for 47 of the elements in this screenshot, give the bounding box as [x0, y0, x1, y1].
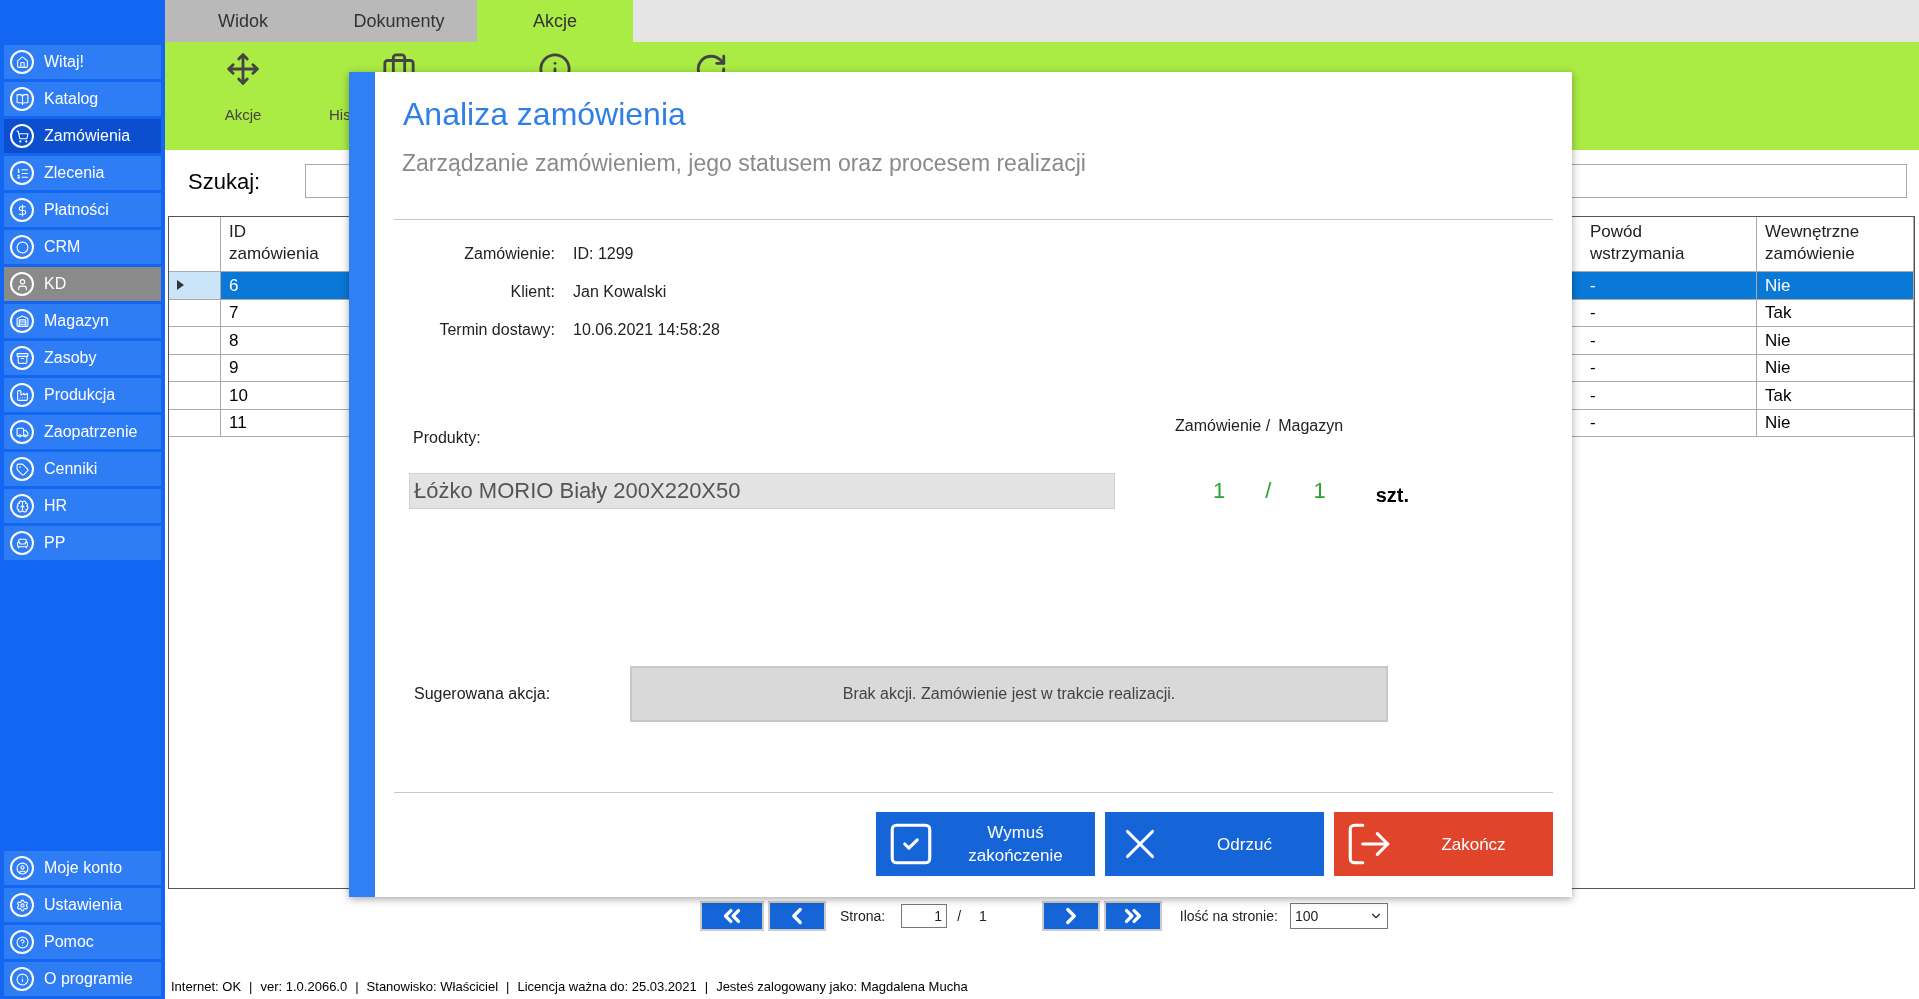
- status-separator: |: [355, 978, 359, 997]
- status-separator: |: [704, 978, 709, 997]
- table-cell: Tak: [1757, 299, 1914, 327]
- table-cell: -: [1582, 272, 1757, 300]
- status-text: Internet: OK: [171, 978, 242, 997]
- table-cell: Nie: [1757, 327, 1914, 355]
- page-label: Strona:: [840, 906, 886, 926]
- product-field: Łóżko MORIO Biały 200X220X50: [409, 472, 1115, 509]
- field-value: 10.06.2021 14:58:28: [573, 319, 720, 340]
- status-text: Jesteś zalogowany jako: Magdalena Mucha: [716, 978, 968, 997]
- ordered-header: Zamówienie /: [1175, 415, 1271, 436]
- products-label: Produkty:: [413, 427, 482, 448]
- column-header: ID zamówienia: [229, 221, 320, 265]
- dialog-subtitle: Zarządzanie zamówieniem, jego statusem oraz procesem realizacji: [402, 149, 1087, 178]
- table-cell: -: [1582, 327, 1757, 355]
- stock-quantity: 1: [1313, 477, 1326, 505]
- table-cell: Nie: [1757, 272, 1914, 300]
- field-label: Termin dostawy:: [438, 319, 555, 340]
- suggested-action-box: Brak akcji. Zamówienie jest w trakcie realizacji.: [630, 666, 1388, 722]
- page-separator: /: [957, 906, 962, 926]
- status-text: Licencja ważna do: 25.03.2021: [517, 978, 697, 997]
- status-text: ver: 1.0.2066.0: [260, 978, 348, 997]
- dialog-title: Analiza zamówienia: [403, 95, 687, 134]
- ordered-quantity: 1: [1213, 477, 1226, 505]
- per-page-label: Ilość na stronie:: [1179, 906, 1278, 926]
- status-text: Stanowisko: Właściciel: [366, 978, 499, 997]
- table-cell: Nie: [1757, 409, 1914, 437]
- suggested-action-label: Sugerowana akcja:: [414, 684, 552, 704]
- status-separator: |: [506, 978, 510, 997]
- table-cell: -: [1582, 354, 1757, 382]
- column-header: Wewnętrzne zamówienie: [1765, 221, 1861, 265]
- unit-label: szt.: [1375, 482, 1409, 508]
- table-cell: -: [1582, 382, 1757, 410]
- field-value: ID: 1299: [573, 243, 635, 264]
- table-cell: -: [1582, 409, 1757, 437]
- page-total: 1: [979, 906, 987, 926]
- field-label: Klient:: [509, 281, 555, 302]
- column-header: Powód wstrzymania: [1590, 221, 1686, 265]
- field-label: Zamówienie:: [463, 243, 555, 264]
- quantity-separator: /: [1265, 477, 1272, 505]
- stock-header: Magazyn: [1278, 415, 1344, 436]
- table-cell: -: [1582, 299, 1757, 327]
- table-cell: Tak: [1757, 382, 1914, 410]
- status-separator: |: [249, 978, 253, 997]
- search-label: Szukaj:: [188, 167, 261, 196]
- table-cell: Nie: [1757, 354, 1914, 382]
- field-value: Jan Kowalski: [573, 281, 668, 302]
